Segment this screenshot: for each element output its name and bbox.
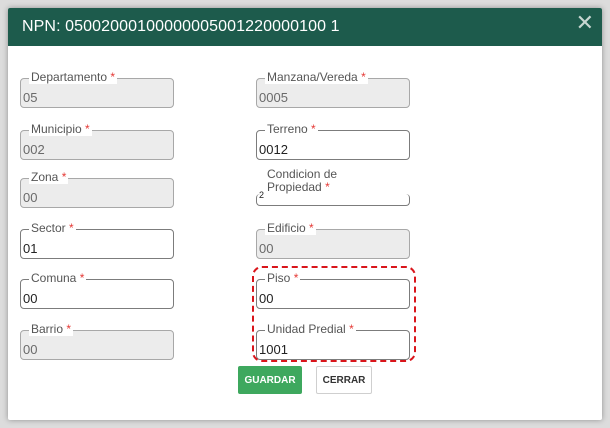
edificio-value: 00 bbox=[259, 241, 274, 256]
manzana-vereda-label: Manzana/Vereda * bbox=[265, 70, 368, 84]
sector-value: 01 bbox=[23, 241, 38, 256]
municipio-field: Municipio * 002 bbox=[20, 123, 174, 160]
barrio-label: Barrio * bbox=[29, 322, 74, 336]
manzana-vereda-field: Manzana/Vereda * 0005 bbox=[256, 71, 410, 108]
cerrar-button[interactable]: CERRAR bbox=[316, 366, 372, 394]
edificio-label: Edificio * bbox=[265, 221, 316, 235]
guardar-button[interactable]: GUARDAR bbox=[238, 366, 302, 394]
highlight-outline bbox=[252, 266, 416, 362]
terreno-input[interactable]: Terreno * 0012 bbox=[256, 123, 410, 160]
departamento-label: Departamento * bbox=[29, 70, 118, 84]
municipio-value: 002 bbox=[23, 142, 45, 157]
departamento-field: Departamento * 05 bbox=[20, 71, 174, 108]
departamento-value: 05 bbox=[23, 90, 38, 105]
zona-value: 00 bbox=[23, 190, 38, 205]
barrio-field: Barrio * 00 bbox=[20, 323, 174, 360]
sector-label: Sector * bbox=[29, 221, 76, 235]
terreno-label: Terreno * bbox=[265, 122, 318, 136]
npn-dialog: NPN: 05002000100000005001220000100 1 ✕ D… bbox=[8, 8, 602, 420]
comuna-label: Comuna * bbox=[29, 271, 87, 285]
manzana-vereda-value: 0005 bbox=[259, 90, 288, 105]
condicion-propiedad-label: Condicion de Propiedad * bbox=[265, 168, 369, 194]
barrio-value: 00 bbox=[23, 342, 38, 357]
terreno-value: 0012 bbox=[259, 142, 288, 157]
dialog-header: NPN: 05002000100000005001220000100 1 ✕ bbox=[8, 8, 602, 46]
sector-input[interactable]: Sector * 01 bbox=[20, 222, 174, 259]
zona-label: Zona * bbox=[29, 170, 69, 184]
dialog-title: NPN: 05002000100000005001220000100 1 bbox=[22, 18, 340, 35]
comuna-input[interactable]: Comuna * 00 bbox=[20, 272, 174, 309]
municipio-label: Municipio * bbox=[29, 122, 92, 136]
condicion-propiedad-select[interactable]: Condicion de Propiedad * 2 bbox=[256, 168, 410, 206]
close-icon[interactable]: ✕ bbox=[576, 12, 594, 36]
condicion-propiedad-value: 2 bbox=[259, 190, 265, 200]
zona-field: Zona * 00 bbox=[20, 171, 174, 208]
edificio-field: Edificio * 00 bbox=[256, 222, 410, 259]
comuna-value: 00 bbox=[23, 291, 38, 306]
